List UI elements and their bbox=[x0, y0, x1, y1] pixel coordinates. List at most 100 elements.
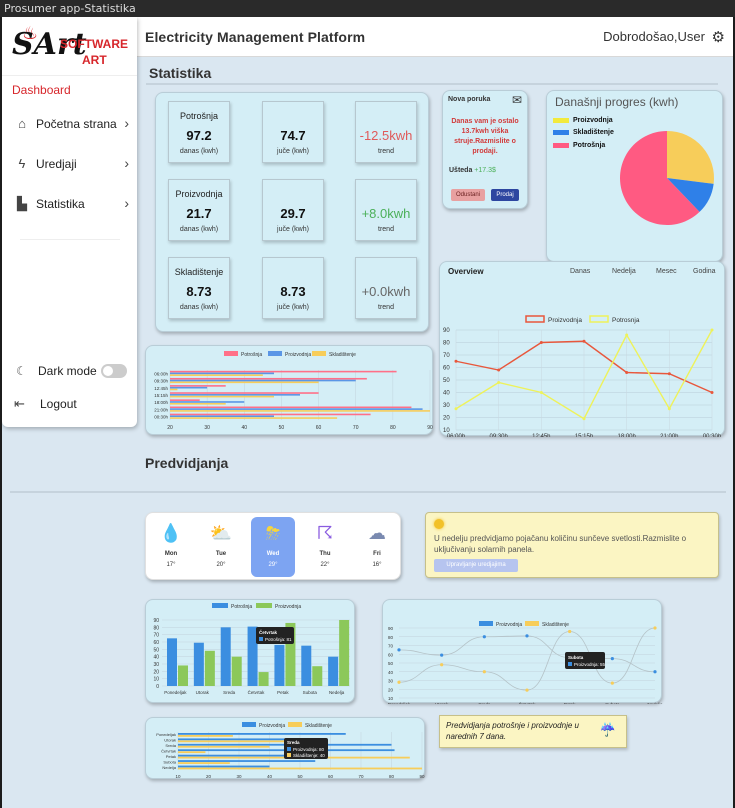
y-tick-label: Subota bbox=[163, 759, 176, 764]
y-tick-label: 70 bbox=[443, 353, 450, 359]
sun-cloud-storm-icon: ⛈ bbox=[265, 523, 281, 543]
forecast-day-mon[interactable]: 💧 Mon 17° bbox=[149, 517, 193, 577]
forecast-day-tue[interactable]: ⛅ Tue 20° bbox=[199, 517, 243, 577]
data-point bbox=[710, 391, 714, 394]
sell-button[interactable]: Prodaj bbox=[491, 189, 519, 201]
bar bbox=[178, 740, 294, 743]
sidebar-item-label: Početna strana bbox=[36, 117, 117, 131]
y-tick-label: 20 bbox=[388, 687, 394, 692]
app-frame: Electricity Management Platform Dobrodoš… bbox=[0, 17, 735, 808]
stat-value: 8.73 bbox=[186, 284, 212, 299]
x-tick-label: 10 bbox=[175, 774, 181, 779]
gear-icon[interactable]: ⚙ bbox=[712, 28, 725, 46]
data-point bbox=[625, 333, 629, 337]
sun-icon bbox=[434, 519, 444, 529]
weather-forecast: 💧 Mon 17° ⛅ Tue 20° ⛈ Wed 29° ☈ Thu 22° … bbox=[145, 512, 401, 580]
y-tick-label: Ponedeljak bbox=[156, 732, 176, 737]
weekly-bar-chart[interactable]: 010 203040 506070 8090 Potrošnja Proizvodnja P… bbox=[146, 600, 356, 704]
sidebar-item-label: Uredjaji bbox=[36, 157, 77, 171]
y-tick-label: Petak bbox=[166, 754, 176, 759]
bar bbox=[178, 733, 346, 735]
bar bbox=[274, 644, 285, 686]
logout-icon: ⇤ bbox=[14, 396, 25, 411]
data-point bbox=[482, 670, 486, 674]
forecast-day-thu[interactable]: ☈ Thu 22° bbox=[303, 517, 347, 577]
bar bbox=[170, 410, 430, 412]
x-tick-label: 90 bbox=[427, 425, 433, 431]
x-tick-label: 40 bbox=[267, 774, 273, 779]
weekly-horizontal-chart[interactable]: 10 20 30 40 50 60 70 80 90 Proizvodnja Skladištenj… bbox=[146, 718, 426, 780]
data-point bbox=[539, 341, 543, 344]
stat-value: 21.7 bbox=[186, 206, 212, 221]
weekly-bar-card: 0 10 20 30 40 50 60 70 80 90 Potrošnja Proizvodnja P… bbox=[145, 599, 355, 703]
data-point bbox=[653, 626, 657, 630]
dashboard-label[interactable]: Dashboard bbox=[12, 83, 71, 97]
legend-swatch bbox=[288, 722, 302, 727]
tip-text: U nedelju predvidjamo pojačanu količinu … bbox=[434, 534, 687, 554]
x-tick-label: Četvrtak bbox=[248, 689, 266, 695]
legend-swatch bbox=[589, 315, 609, 323]
logo[interactable]: ♨ SArt SOFTWARE ART bbox=[12, 23, 132, 75]
weekly-line-chart[interactable]: 10 20 30 40 50 60 70 80 90 Proizvodnja Skladištenj… bbox=[383, 600, 663, 707]
bar bbox=[328, 656, 339, 686]
legend-label: Potrošnja bbox=[231, 604, 252, 610]
section-title-predictions: Predvidjanja bbox=[145, 455, 229, 471]
data-point bbox=[610, 657, 614, 661]
bar bbox=[178, 767, 422, 770]
legend-label: Proizvodnja bbox=[496, 622, 522, 628]
bar bbox=[178, 765, 270, 768]
bar bbox=[170, 401, 245, 403]
stat-sub: danas (kwh) bbox=[179, 226, 219, 233]
stat-value: 74.7 bbox=[280, 128, 306, 143]
decline-button[interactable]: Odustani bbox=[451, 189, 485, 201]
stat-storage-today: Skladištenje 8.73 danas (kwh) bbox=[168, 257, 230, 319]
bar bbox=[170, 399, 200, 401]
data-point bbox=[525, 634, 529, 638]
x-tick-label: Ponedeljak bbox=[388, 702, 411, 704]
manage-devices-button[interactable]: Upravljanje uredjajima bbox=[434, 559, 518, 572]
legend-label: Proizvodnja bbox=[259, 723, 285, 729]
legend-label: Proizvodnja bbox=[548, 317, 582, 324]
stat-sub: juče (kwh) bbox=[277, 304, 309, 311]
forecast-day-wed[interactable]: ⛈ Wed 29° bbox=[251, 517, 295, 577]
forecast-temp: 22° bbox=[320, 562, 330, 568]
prediction-note: Predvidjanja potrošnje i proizvodnje u n… bbox=[439, 715, 627, 748]
overview-line-chart[interactable]: 10203040506070809006:00h 09:30h 12:45h 15:1… bbox=[440, 262, 726, 437]
top-bar: Electricity Management Platform Dobrodoš… bbox=[137, 17, 733, 57]
pie-chart[interactable] bbox=[547, 91, 724, 263]
x-tick-label: Utorak bbox=[435, 702, 449, 704]
today-progress-card: Današnji progres (kwh) Proizvodnja Sklad… bbox=[546, 90, 723, 262]
moon-icon: ☾ bbox=[16, 364, 27, 378]
data-point bbox=[440, 663, 444, 667]
tooltip-line: Proizvodnja: 55 bbox=[574, 662, 606, 667]
x-tick-label: 09:30h bbox=[489, 434, 507, 437]
sidebar-item-home[interactable]: ⌂ Početna strana › bbox=[14, 115, 129, 135]
legend-label: Proizvodnja bbox=[285, 352, 311, 358]
data-point bbox=[397, 680, 401, 684]
stat-production-trend: +8.0kwh trend bbox=[355, 179, 417, 241]
sidebar: ♨ SArt SOFTWARE ART Dashboard ⌂ Početna … bbox=[2, 17, 137, 427]
data-point bbox=[610, 681, 614, 685]
y-tick-label: Nedelja bbox=[162, 765, 176, 770]
sidebar-item-devices[interactable]: ϟ Uredjaji › bbox=[14, 155, 129, 175]
sidebar-item-statistics[interactable]: ▙ Statistika › bbox=[14, 195, 129, 215]
hourly-horizontal-chart[interactable]: 20 30 40 50 60 70 80 90 Potrošnja Proizvodnja Skla… bbox=[146, 346, 434, 436]
forecast-day-name: Wed bbox=[266, 551, 280, 557]
bar bbox=[170, 392, 319, 394]
sidebar-item-label: Statistika bbox=[36, 197, 85, 211]
dark-mode-toggle[interactable] bbox=[101, 364, 127, 378]
y-tick-label: 30 bbox=[388, 679, 394, 684]
x-tick-label: 12:45h bbox=[532, 434, 550, 437]
legend-label: Skladištenje bbox=[542, 622, 569, 628]
data-point bbox=[454, 359, 458, 363]
x-tick-label: 21:00h bbox=[660, 434, 678, 437]
y-tick-label: 70 bbox=[388, 644, 394, 649]
data-point bbox=[710, 328, 714, 332]
y-tick-label: 20 bbox=[153, 669, 159, 675]
forecast-day-name: Thu bbox=[319, 551, 331, 557]
stat-title: Skladištenje bbox=[174, 267, 224, 277]
forecast-day-fri[interactable]: ☁ Fri 16° bbox=[355, 517, 399, 577]
data-point bbox=[582, 417, 586, 421]
x-tick-label: Sreda bbox=[223, 690, 236, 695]
chevron-right-icon: › bbox=[124, 155, 129, 171]
